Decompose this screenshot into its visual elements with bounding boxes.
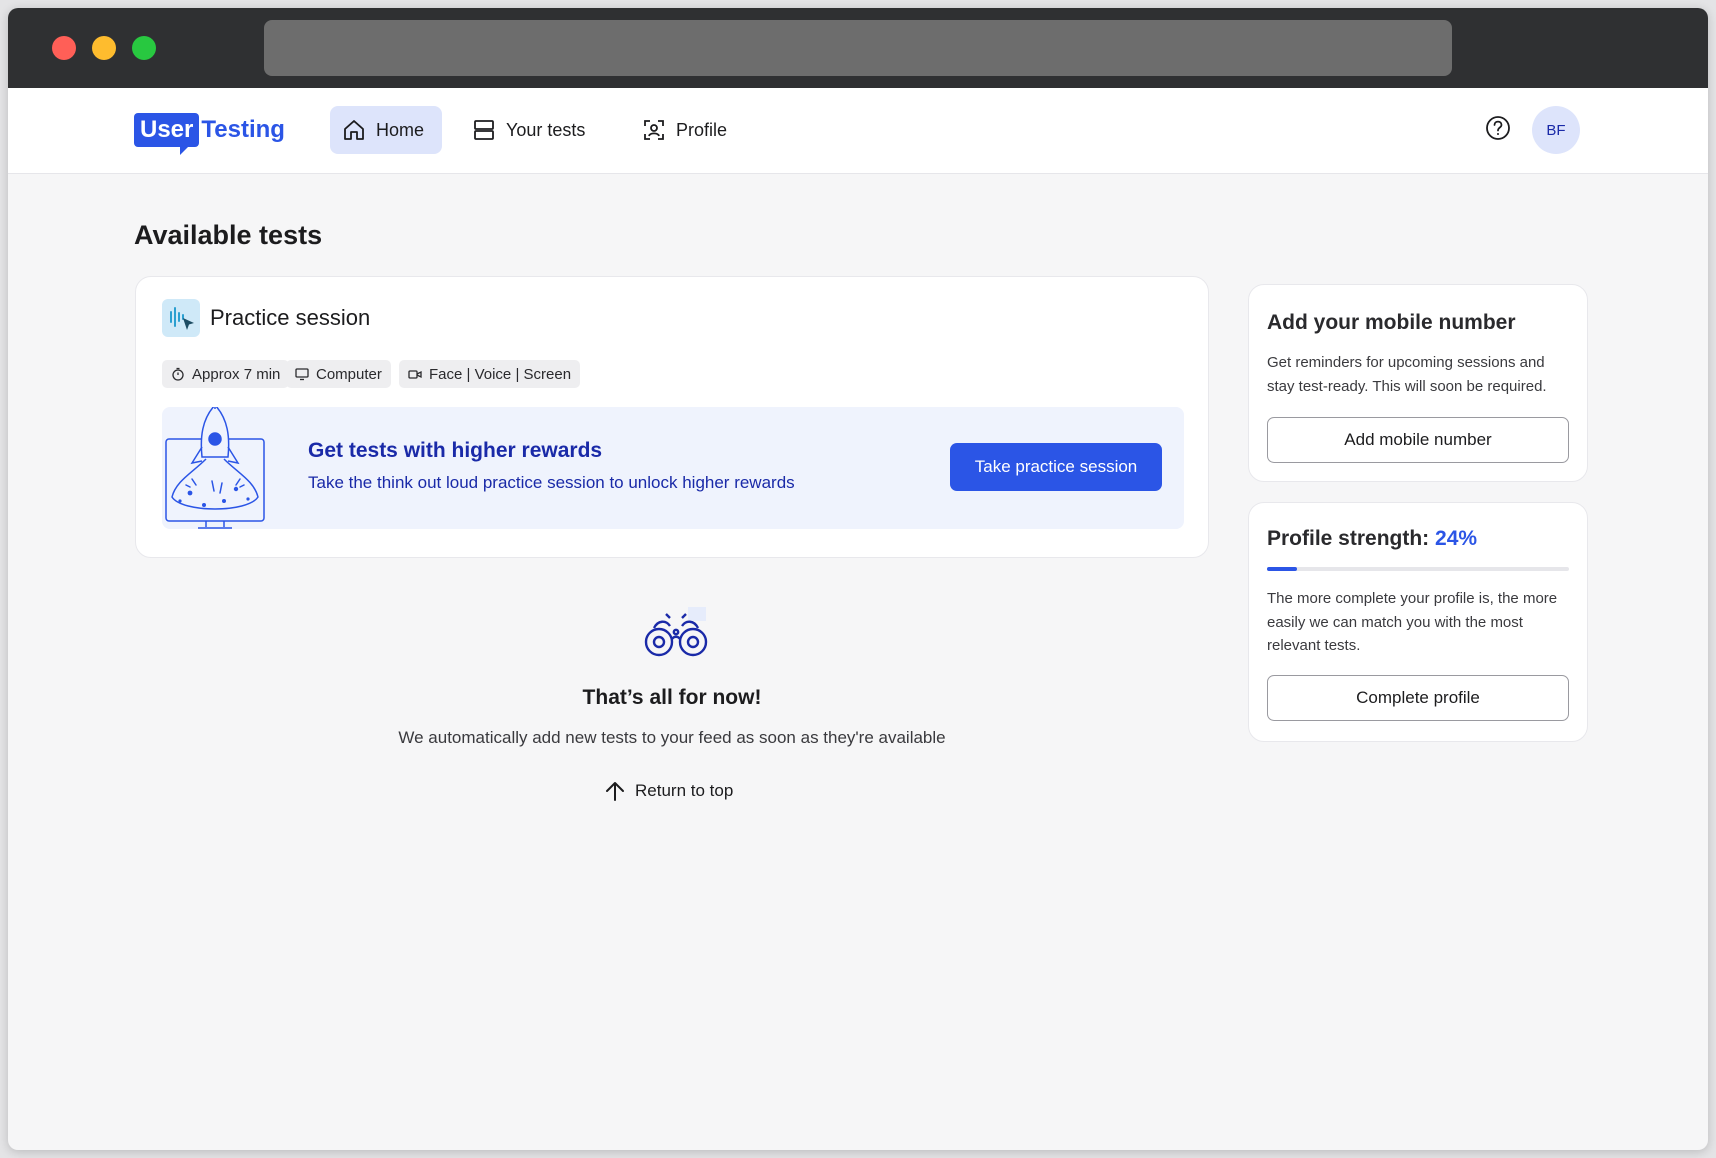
mobile-card-text: Get reminders for upcoming sessions and … [1267, 354, 1547, 395]
duration-tag: Approx 7 min [162, 360, 290, 388]
computer-icon [295, 368, 309, 381]
nav-profile[interactable]: Profile [630, 106, 739, 154]
profile-strength-title: Profile strength: 24% [1267, 527, 1477, 551]
video-camera-icon [408, 370, 422, 379]
device-tag: Computer [286, 360, 391, 388]
add-mobile-number-button[interactable]: Add mobile number [1267, 417, 1569, 463]
audio-cursor-icon [170, 307, 194, 330]
add-mobile-number-card: Add your mobile number Get reminders for… [1248, 284, 1588, 482]
logo-user-text: User [134, 113, 200, 155]
profile-strength-label: Profile strength: [1267, 527, 1430, 550]
browser-titlebar [8, 8, 1708, 88]
profile-strength-progress-bar [1267, 567, 1569, 571]
close-window-button[interactable] [52, 36, 76, 60]
nav-your-tests[interactable]: Your tests [460, 106, 597, 154]
address-bar[interactable] [264, 20, 1452, 76]
profile-frame-icon [644, 120, 664, 140]
nav-your-tests-label: Your tests [506, 119, 586, 140]
minimize-window-button[interactable] [92, 36, 116, 60]
logo-testing-text: Testing [201, 116, 285, 143]
top-navigation: User Testing Home Your tests Profile BF [8, 88, 1708, 174]
complete-profile-button[interactable]: Complete profile [1267, 675, 1569, 721]
mobile-card-title: Add your mobile number [1267, 311, 1516, 334]
practice-session-card: Practice session Approx 7 min Computer F… [135, 276, 1209, 558]
practice-session-icon [162, 299, 200, 337]
empty-feed-title: That’s all for now! [582, 686, 762, 709]
usertesting-logo[interactable]: User Testing [134, 110, 285, 155]
duration-tag-label: Approx 7 min [192, 365, 281, 383]
home-icon [344, 120, 364, 140]
page-title: Available tests [134, 220, 323, 250]
nav-home-label: Home [376, 119, 425, 140]
browser-window: User Testing Home Your tests Profile BF … [8, 8, 1708, 1150]
arrow-up-icon [606, 782, 624, 801]
recording-tag: Face | Voice | Screen [399, 360, 581, 388]
take-practice-session-button[interactable]: Take practice session [950, 443, 1162, 491]
profile-strength-progress-fill [1267, 567, 1298, 571]
return-to-top-link[interactable]: Return to top [603, 776, 733, 806]
device-tag-label: Computer [316, 365, 382, 383]
return-to-top-label: Return to top [635, 781, 734, 800]
recording-tag-label: Face | Voice | Screen [429, 365, 572, 383]
user-avatar[interactable]: BF [1532, 106, 1580, 154]
nav-profile-label: Profile [676, 119, 728, 140]
profile-strength-card: Profile strength: 24% The more complete … [1248, 502, 1588, 742]
practice-session-title: Practice session [210, 305, 371, 330]
rocket-illustration [165, 407, 265, 529]
higher-rewards-banner: Get tests with higher rewards Take the t… [162, 407, 1184, 529]
tests-list-icon [474, 120, 494, 140]
binoculars-icon [644, 607, 708, 657]
banner-subtitle: Take the think out loud practice session… [308, 473, 795, 492]
banner-title: Get tests with higher rewards [308, 439, 603, 462]
nav-home[interactable]: Home [330, 106, 442, 154]
maximize-window-button[interactable] [132, 36, 156, 60]
empty-feed-subtitle: We automatically add new tests to your f… [398, 728, 946, 747]
timer-icon [172, 367, 184, 381]
profile-strength-percent: 24% [1435, 527, 1478, 550]
profile-strength-text: The more complete your profile is, the m… [1267, 590, 1558, 654]
help-icon[interactable] [1484, 114, 1512, 142]
